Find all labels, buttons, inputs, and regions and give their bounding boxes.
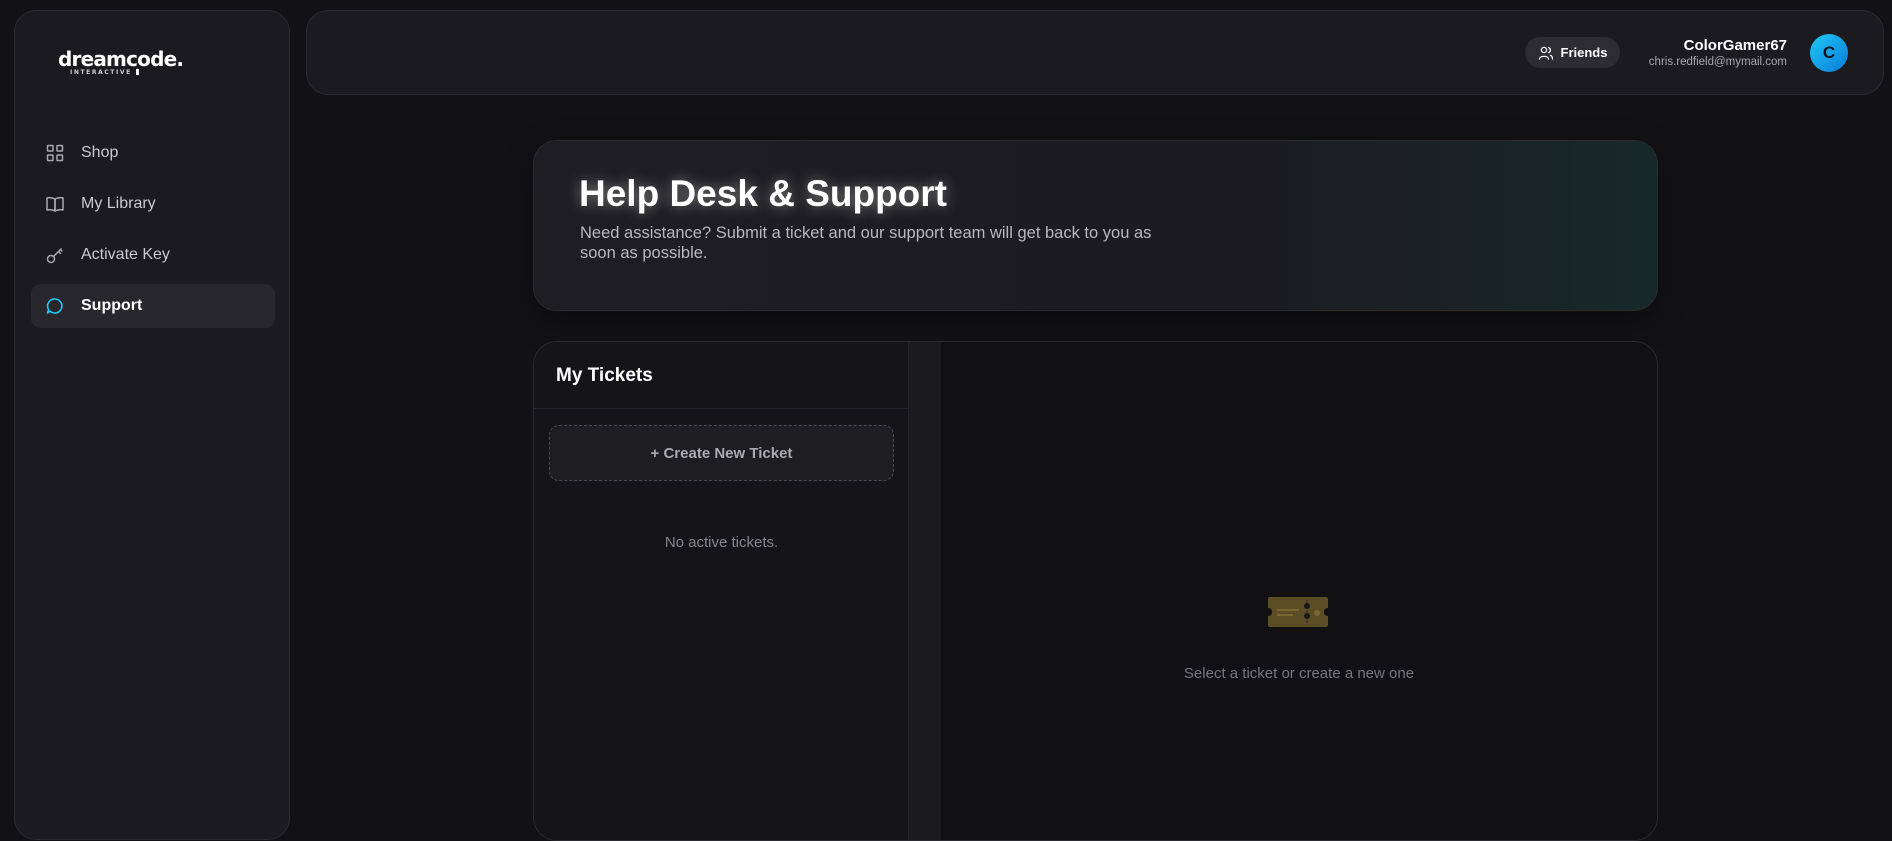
- sidebar-item-shop[interactable]: Shop: [31, 131, 275, 175]
- tickets-header: My Tickets: [534, 342, 908, 409]
- sidebar-item-support[interactable]: Support: [31, 284, 275, 328]
- grid-icon: [46, 144, 64, 162]
- chat-bubble-icon: [46, 298, 63, 314]
- page-description: Need assistance? Submit a ticket and our…: [580, 224, 1152, 262]
- sidebar-item-my-library[interactable]: My Library: [31, 182, 275, 226]
- book-icon: [46, 196, 64, 212]
- user-name: ColorGamer67: [1683, 37, 1787, 54]
- hero-banner: Help Desk & Support Need assistance? Sub…: [533, 140, 1658, 311]
- tickets-title: My Tickets: [556, 365, 653, 386]
- sidebar-item-activate-key[interactable]: Activate Key: [31, 233, 275, 277]
- friends-label: Friends: [1560, 45, 1608, 60]
- tickets-panel: My Tickets + Create New Ticket No active…: [533, 341, 1658, 841]
- brand-name: dreamcode.: [58, 47, 184, 71]
- sidebar-item-label: Support: [81, 297, 143, 314]
- top-bar: Friends ColorGamer67 chris.redfield@myma…: [306, 10, 1884, 95]
- friends-button[interactable]: Friends: [1525, 37, 1620, 68]
- ticket-detail-panel: Select a ticket or create a new one: [941, 342, 1657, 840]
- tickets-list-panel: My Tickets + Create New Ticket No active…: [534, 342, 909, 840]
- empty-detail-message: Select a ticket or create a new one: [1183, 665, 1415, 682]
- sidebar-item-label: Activate Key: [81, 246, 170, 263]
- sidebar: dreamcode. INTERACTIVE Shop My Library A…: [14, 10, 290, 840]
- empty-tickets-message: No active tickets.: [664, 534, 779, 551]
- user-info[interactable]: ColorGamer67 chris.redfield@mymail.com: [1649, 37, 1787, 70]
- brand-logo[interactable]: dreamcode. INTERACTIVE: [58, 47, 184, 76]
- sidebar-nav: Shop My Library Activate Key Support: [31, 131, 275, 335]
- panel-divider: [909, 342, 941, 840]
- sidebar-item-label: Shop: [81, 144, 119, 161]
- sidebar-item-label: My Library: [81, 195, 156, 212]
- ticket-icon: [1268, 597, 1328, 627]
- page-title: Help Desk & Support: [579, 173, 947, 214]
- avatar[interactable]: C: [1810, 34, 1848, 72]
- key-icon: [46, 248, 63, 264]
- users-icon: [1538, 46, 1553, 60]
- create-ticket-button[interactable]: + Create New Ticket: [549, 425, 894, 481]
- user-email: chris.redfield@mymail.com: [1648, 56, 1787, 68]
